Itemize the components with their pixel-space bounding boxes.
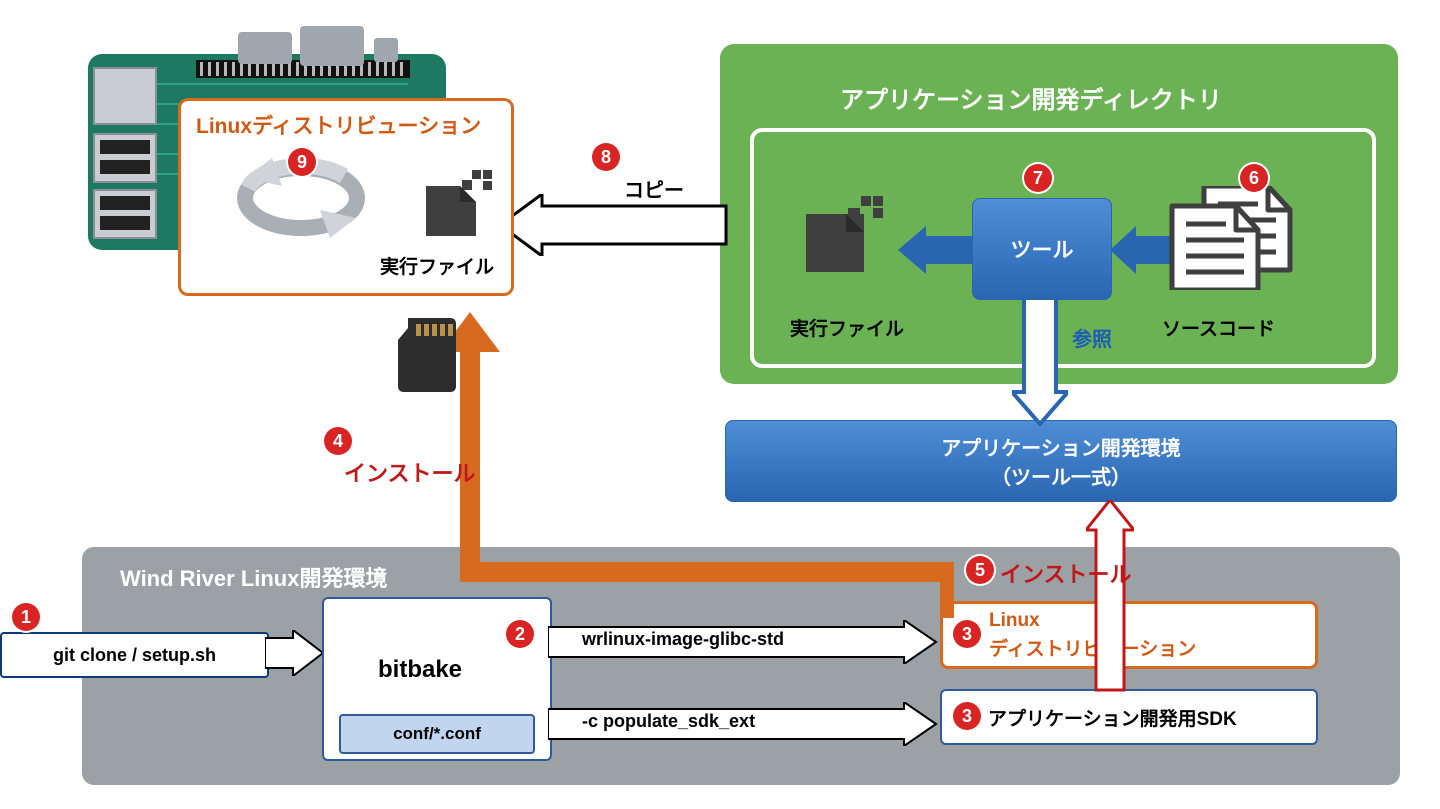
out-sdk-box: アプリケーション開発用SDK xyxy=(940,689,1318,745)
appdev-env-l2: （ツール一式） xyxy=(991,461,1131,490)
tool-box: ツール xyxy=(972,198,1112,300)
badge-2: 2 xyxy=(506,620,534,648)
appdev-env-l1: アプリケーション開発環境 xyxy=(941,432,1181,461)
bitbake-label: bitbake xyxy=(378,656,462,684)
exec-file-label-right: 実行ファイル xyxy=(790,314,904,341)
out-distro-l2: ディストリビューション xyxy=(989,634,1315,661)
git-clone-box: git clone / setup.sh xyxy=(0,632,269,678)
arrow-src-to-tool xyxy=(1110,226,1172,274)
diagram-root: Wind River Linux開発環境 git clone / setup.s… xyxy=(0,0,1440,809)
badge-3b: 3 xyxy=(953,702,981,730)
install-label-5: インストール xyxy=(1000,557,1132,589)
badge-4: 4 xyxy=(324,427,352,455)
arrow-ref xyxy=(1012,298,1068,426)
tool-label: ツール xyxy=(1011,234,1074,264)
arrow-tool-to-exec xyxy=(898,226,976,274)
badge-3a: 3 xyxy=(953,620,981,648)
source-code-icon xyxy=(1168,186,1294,290)
windriver-title: Wind River Linux開発環境 xyxy=(120,561,387,593)
bb-out1-label: wrlinux-image-glibc-std xyxy=(582,629,784,650)
badge-5: 5 xyxy=(966,556,994,584)
linux-distro-title: Linuxディストリビューション xyxy=(196,110,481,140)
src-label: ソースコード xyxy=(1162,314,1275,341)
bb-out2-label: -c populate_sdk_ext xyxy=(582,711,755,732)
arrow-git-to-bitbake xyxy=(265,630,325,676)
appdev-env-bar: アプリケーション開発環境 （ツール一式） xyxy=(725,420,1397,502)
badge-8: 8 xyxy=(592,143,620,171)
install-arrow-5 xyxy=(1086,500,1134,692)
exec-file-label-left: 実行ファイル xyxy=(380,252,494,279)
copy-label: コピー xyxy=(624,174,684,203)
exec-file-icon-left xyxy=(426,170,494,236)
out-distro-l1: Linux xyxy=(989,610,1315,632)
badge-6: 6 xyxy=(1240,164,1268,192)
ref-label: 参照 xyxy=(1072,323,1112,352)
exec-file-icon-right xyxy=(806,196,886,274)
badge-7: 7 xyxy=(1024,164,1052,192)
conf-box: conf/*.conf xyxy=(339,714,535,754)
badge-1: 1 xyxy=(12,603,40,631)
badge-9: 9 xyxy=(288,148,316,176)
install-label-4: インストール xyxy=(344,456,476,488)
arrow-copy xyxy=(500,194,728,256)
sd-card-icon xyxy=(398,318,458,392)
appdev-dir-title: アプリケーション開発ディレクトリ xyxy=(840,80,1222,115)
